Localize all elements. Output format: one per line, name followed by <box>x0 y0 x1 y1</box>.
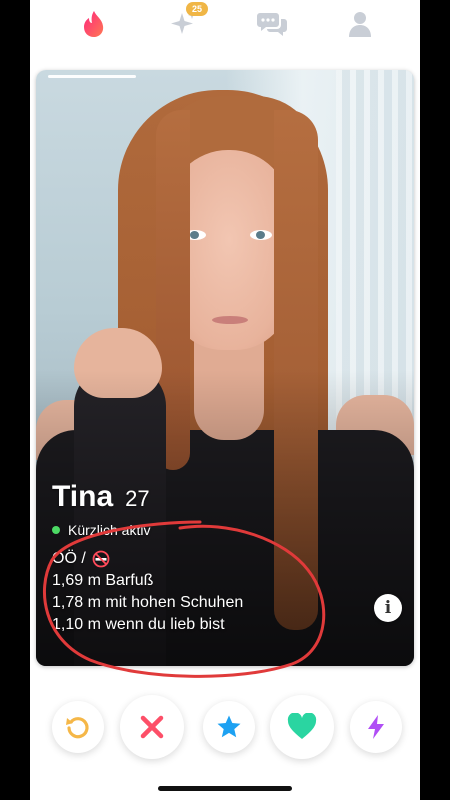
bio-line: OÖ / <box>52 548 392 570</box>
photo-progress-bar <box>48 75 136 78</box>
top-navigation: 25 <box>30 0 420 58</box>
online-dot-icon <box>52 526 60 534</box>
super-like-button[interactable] <box>203 701 255 753</box>
rewind-button[interactable] <box>52 701 104 753</box>
nope-button[interactable] <box>120 695 184 759</box>
no-smoking-icon <box>92 550 110 568</box>
phone-screen: 25 Tina 27 Kürzlich aktiv OÖ / 1,69 m Ba… <box>30 0 420 800</box>
notification-badge: 25 <box>186 2 208 16</box>
profile-age: 27 <box>125 486 150 511</box>
info-button[interactable]: i <box>374 594 402 622</box>
bio-line: 1,69 m Barfuß <box>52 572 154 589</box>
bolt-icon <box>368 715 384 739</box>
status-text: Kürzlich aktiv <box>68 522 151 538</box>
profile-icon[interactable] <box>344 8 376 40</box>
boost-button[interactable] <box>350 701 402 753</box>
home-indicator[interactable] <box>158 786 292 791</box>
rewind-icon <box>66 717 89 739</box>
close-icon <box>140 715 164 739</box>
heart-icon <box>287 713 317 739</box>
flame-icon[interactable] <box>78 8 110 40</box>
profile-name: Tina <box>52 480 114 513</box>
like-button[interactable] <box>270 695 334 759</box>
chat-icon[interactable] <box>256 8 288 40</box>
star-icon <box>217 715 241 738</box>
action-bar <box>30 690 420 766</box>
bio-line: 1,10 m wenn du lieb bist <box>52 616 225 633</box>
activity-status: Kürzlich aktiv <box>52 522 392 538</box>
profile-card[interactable]: Tina 27 Kürzlich aktiv OÖ / 1,69 m Barfu… <box>36 70 414 666</box>
bio-line: 1,78 m mit hohen Schuhen <box>52 594 244 611</box>
profile-info: Tina 27 Kürzlich aktiv OÖ / 1,69 m Barfu… <box>52 480 392 636</box>
